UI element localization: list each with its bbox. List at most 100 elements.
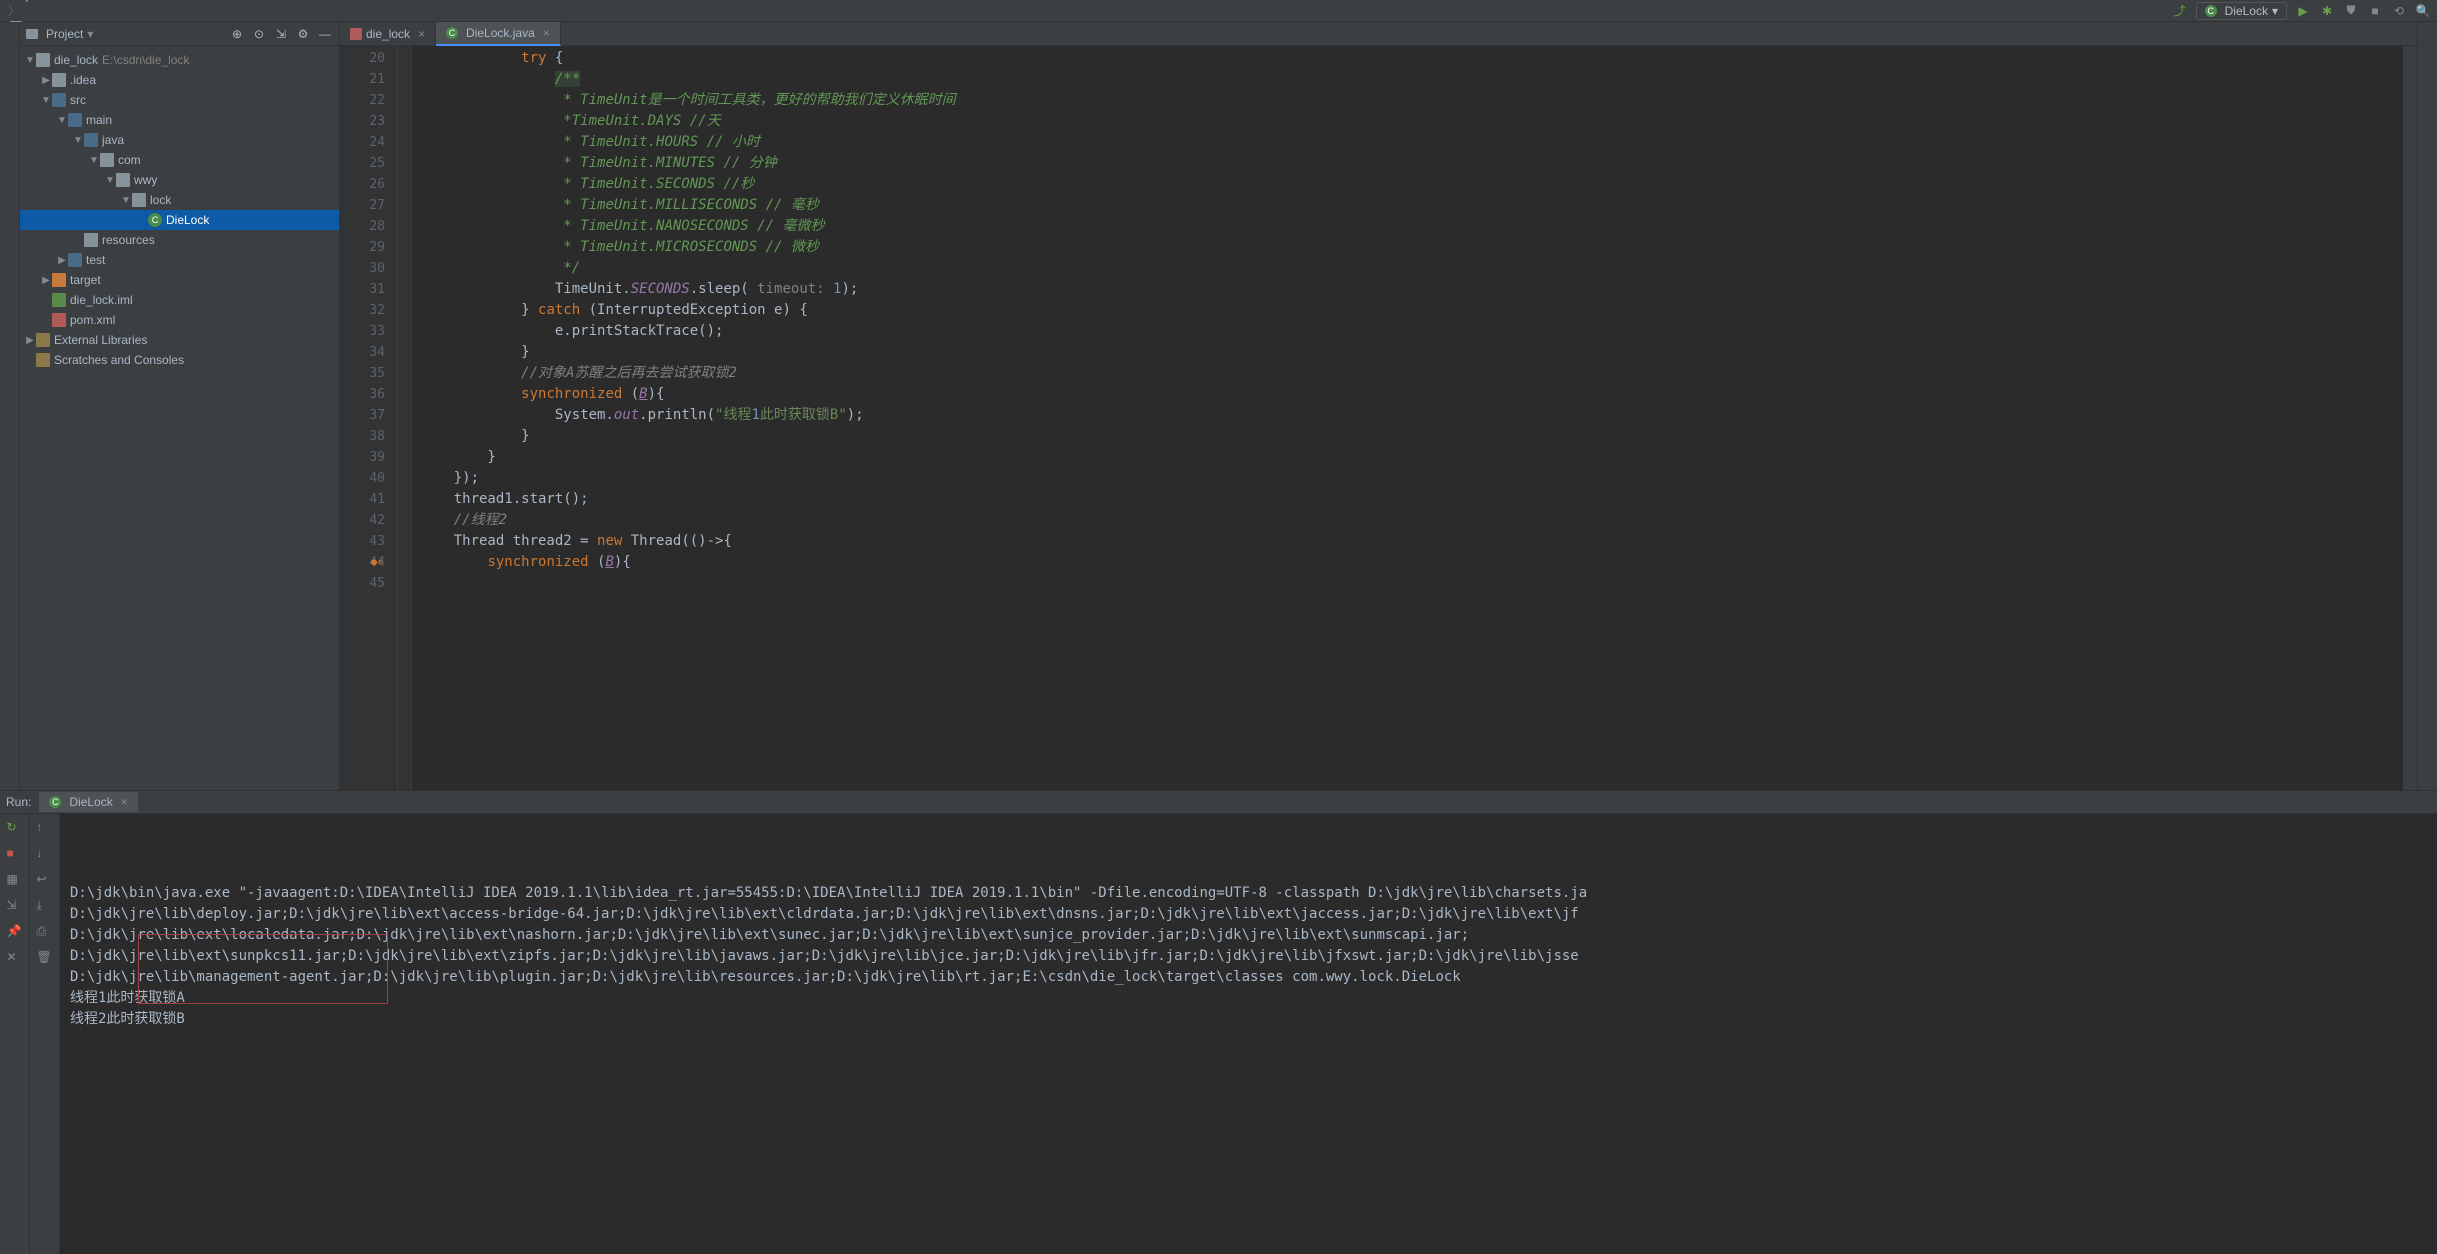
tree-arrow[interactable]: ▶ <box>40 275 52 286</box>
wrap-icon[interactable]: ↩ <box>37 872 53 888</box>
chevron-down-icon[interactable]: ▾ <box>87 27 93 41</box>
tree-row-root[interactable]: ▼ die_lock E:\csdn\die_lock <box>20 50 339 70</box>
tab-die-lock[interactable]: die_lock × <box>340 22 436 46</box>
code-line[interactable]: /** <box>420 69 2395 90</box>
search-icon[interactable]: 🔍 <box>2415 3 2431 19</box>
code-line[interactable]: TimeUnit.SECONDS.sleep( timeout: 1); <box>420 279 2395 300</box>
tree-row[interactable]: ▼lock <box>20 190 339 210</box>
stop-icon[interactable]: ■ <box>7 846 23 862</box>
expand-icon[interactable]: ⊕ <box>229 26 245 42</box>
line-number[interactable]: 34 <box>340 342 385 363</box>
tree-row[interactable]: ▶test <box>20 250 339 270</box>
code-line[interactable]: } catch (InterruptedException e) { <box>420 300 2395 321</box>
code-line[interactable]: }); <box>420 468 2395 489</box>
line-number[interactable]: 40 <box>340 468 385 489</box>
line-number[interactable]: 25 <box>340 153 385 174</box>
tree-row[interactable]: resources <box>20 230 339 250</box>
tree-row[interactable]: ▼java <box>20 130 339 150</box>
close-icon[interactable]: × <box>543 26 550 40</box>
code-line[interactable]: System.out.println("线程1此时获取锁B"); <box>420 405 2395 426</box>
right-tool-rail[interactable] <box>2417 22 2437 790</box>
line-number[interactable]: 41 <box>340 489 385 510</box>
locate-icon[interactable]: ⊙ <box>251 26 267 42</box>
code-line[interactable]: *TimeUnit.DAYS //天 <box>420 111 2395 132</box>
code-line[interactable]: */ <box>420 258 2395 279</box>
line-number[interactable]: 33 <box>340 321 385 342</box>
project-tree[interactable]: ▼ die_lock E:\csdn\die_lock ▶.idea▼src▼m… <box>20 46 339 374</box>
export-icon[interactable]: ⇲ <box>7 898 23 914</box>
down-icon[interactable]: ↓ <box>37 846 53 862</box>
tree-row[interactable]: die_lock.iml <box>20 290 339 310</box>
code-editor[interactable]: try { /** * TimeUnit是一个时间工具类，更好的帮助我们定义休眠… <box>412 46 2403 790</box>
debug-icon[interactable]: ✱ <box>2319 3 2335 19</box>
code-line[interactable]: } <box>420 426 2395 447</box>
line-number[interactable]: 22 <box>340 90 385 111</box>
line-number[interactable]: 20 <box>340 48 385 69</box>
run-tab[interactable]: C DieLock × <box>39 792 137 812</box>
coverage-icon[interactable]: ⛊ <box>2343 3 2359 19</box>
code-line[interactable]: * TimeUnit.MINUTES // 分钟 <box>420 153 2395 174</box>
line-number[interactable]: 28 <box>340 216 385 237</box>
code-line[interactable]: synchronized (B){ <box>420 384 2395 405</box>
left-tool-rail[interactable] <box>0 22 20 790</box>
code-line[interactable]: thread1.start(); <box>420 489 2395 510</box>
layout-icon[interactable]: ▦ <box>7 872 23 888</box>
tree-arrow[interactable]: ▼ <box>88 155 100 166</box>
tree-arrow[interactable]: ▼ <box>120 195 132 206</box>
line-number[interactable]: 39 <box>340 447 385 468</box>
line-number[interactable]: 32 <box>340 300 385 321</box>
vcs-icon[interactable]: ⟲ <box>2391 3 2407 19</box>
breadcrumb-item[interactable]: java <box>6 0 74 2</box>
tree-row[interactable]: ▼src <box>20 90 339 110</box>
code-line[interactable]: } <box>420 342 2395 363</box>
close-icon[interactable]: × <box>418 27 425 41</box>
tree-row[interactable]: ▼com <box>20 150 339 170</box>
line-number[interactable]: 30 <box>340 258 385 279</box>
clear-icon[interactable]: 🗑 <box>37 950 53 966</box>
stop-icon[interactable]: ■ <box>2367 3 2383 19</box>
rerun-icon[interactable]: ↻ <box>7 820 23 836</box>
line-gutter[interactable]: 2021222324252627282930313233343536373839… <box>340 46 398 790</box>
build-icon[interactable]: ⤴ <box>2172 3 2188 19</box>
code-line[interactable]: } <box>420 447 2395 468</box>
tree-row[interactable]: CDieLock <box>20 210 339 230</box>
tree-arrow[interactable]: ▼ <box>72 135 84 146</box>
line-number[interactable]: 24 <box>340 132 385 153</box>
line-number[interactable]: 38 <box>340 426 385 447</box>
code-line[interactable]: * TimeUnit.MILLISECONDS // 毫秒 <box>420 195 2395 216</box>
line-number[interactable]: 45 <box>340 573 385 594</box>
code-line[interactable]: * TimeUnit.NANOSECONDS // 毫微秒 <box>420 216 2395 237</box>
tree-row[interactable]: ▶.idea <box>20 70 339 90</box>
line-number[interactable]: 35 <box>340 363 385 384</box>
line-number[interactable]: 29 <box>340 237 385 258</box>
hide-icon[interactable]: — <box>317 26 333 42</box>
line-number[interactable]: 23 <box>340 111 385 132</box>
pin-icon[interactable]: 📌 <box>7 924 23 940</box>
tab-dielock-java[interactable]: C DieLock.java × <box>436 22 561 46</box>
scroll-icon[interactable]: ⤓ <box>37 898 53 914</box>
console-output[interactable]: D:\jdk\bin\java.exe "-javaagent:D:\IDEA\… <box>60 814 2437 1254</box>
print-icon[interactable]: ⎙ <box>37 924 53 940</box>
line-number[interactable]: 44●↑ <box>340 552 385 573</box>
tree-arrow[interactable]: ▼ <box>56 115 68 126</box>
line-number[interactable]: 27 <box>340 195 385 216</box>
line-number[interactable]: 43 <box>340 531 385 552</box>
line-number[interactable]: 21 <box>340 69 385 90</box>
tree-row[interactable]: pom.xml <box>20 310 339 330</box>
tree-arrow[interactable]: ▶ <box>40 75 52 86</box>
code-line[interactable]: //线程2 <box>420 510 2395 531</box>
code-line[interactable]: * TimeUnit.SECONDS //秒 <box>420 174 2395 195</box>
code-line[interactable]: try { <box>420 48 2395 69</box>
code-line[interactable]: * TimeUnit是一个时间工具类，更好的帮助我们定义休眠时间 <box>420 90 2395 111</box>
run-icon[interactable]: ▶ <box>2295 3 2311 19</box>
line-number[interactable]: 42 <box>340 510 385 531</box>
code-line[interactable]: Thread thread2 = new Thread(()->{ <box>420 531 2395 552</box>
code-line[interactable]: e.printStackTrace(); <box>420 321 2395 342</box>
collapse-icon[interactable]: ⇲ <box>273 26 289 42</box>
up-icon[interactable]: ↑ <box>37 820 53 836</box>
tree-arrow[interactable]: ▼ <box>24 55 36 66</box>
tree-row[interactable]: ▼wwy <box>20 170 339 190</box>
run-configuration-selector[interactable]: C DieLock ▾ <box>2196 2 2287 20</box>
tree-row[interactable]: ▶External Libraries <box>20 330 339 350</box>
close-icon[interactable]: ✕ <box>7 950 23 966</box>
